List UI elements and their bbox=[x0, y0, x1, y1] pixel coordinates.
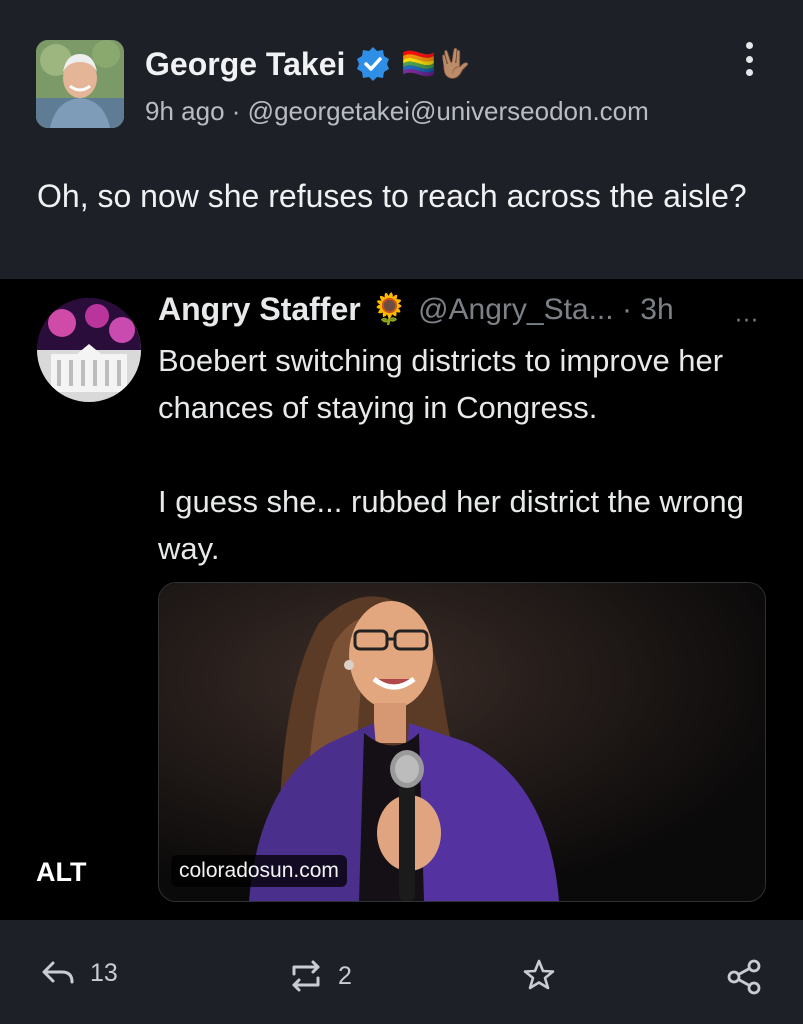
quoted-header: Angry Staffer 🌻 @Angry_Sta... · 3h bbox=[158, 291, 674, 328]
favourite-button[interactable] bbox=[522, 958, 556, 992]
quoted-name: Angry Staffer bbox=[158, 291, 361, 327]
quoted-avatar bbox=[37, 298, 141, 402]
author-name-row: George Takei 🏳️‍🌈🖖🏽 bbox=[145, 42, 471, 86]
author-emojis: 🏳️‍🌈🖖🏽 bbox=[401, 47, 472, 80]
star-icon bbox=[523, 959, 555, 990]
boost-button[interactable]: 2 bbox=[288, 958, 352, 994]
meta-separator: · bbox=[231, 96, 241, 126]
more-options-button[interactable] bbox=[739, 42, 759, 76]
action-bar: 13 2 bbox=[0, 920, 803, 1024]
more-dot-icon bbox=[745, 42, 753, 49]
post-timestamp[interactable]: 9h ago bbox=[145, 96, 225, 126]
alt-text-button[interactable]: ALT bbox=[36, 857, 86, 888]
link-domain: coloradosun.com bbox=[171, 855, 347, 887]
verified-badge-icon bbox=[357, 47, 390, 81]
avatar-image bbox=[36, 40, 124, 128]
post-text: Oh, so now she refuses to reach across t… bbox=[37, 178, 747, 214]
share-icon bbox=[727, 959, 761, 995]
link-card: coloradosun.com bbox=[158, 582, 766, 902]
boost-icon bbox=[292, 960, 320, 992]
reply-count: 13 bbox=[90, 958, 118, 987]
boost-count: 2 bbox=[338, 961, 352, 990]
more-dot-icon bbox=[745, 69, 753, 76]
sunflower-emoji: 🌻 bbox=[370, 292, 409, 327]
white-house-image bbox=[37, 298, 141, 402]
post-meta: 9h ago · @georgetakei@universeodon.com bbox=[145, 96, 649, 127]
author-handle[interactable]: @georgetakei@universeodon.com bbox=[248, 96, 649, 126]
quoted-text: Boebert switching districts to improve h… bbox=[158, 343, 744, 566]
quoted-handle-time: @Angry_Sta... · 3h bbox=[418, 292, 674, 326]
author-name[interactable]: George Takei bbox=[145, 46, 345, 83]
author-avatar[interactable] bbox=[36, 40, 124, 128]
reply-icon bbox=[42, 961, 74, 984]
quoted-more-icon: ··· bbox=[735, 309, 759, 334]
post-media-image[interactable]: Angry Staffer 🌻 @Angry_Sta... · 3h ··· B… bbox=[0, 279, 803, 920]
share-button[interactable] bbox=[726, 958, 762, 996]
link-card-photo bbox=[159, 583, 765, 901]
more-dot-icon bbox=[745, 55, 753, 63]
reply-button[interactable]: 13 bbox=[40, 958, 118, 988]
